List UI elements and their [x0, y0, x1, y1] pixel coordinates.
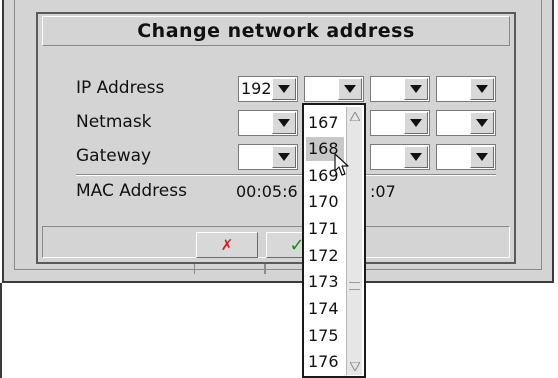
cancel-button-shadow	[194, 264, 266, 274]
ip-octet-1-value: 192	[241, 79, 272, 98]
scrollbar-thumb[interactable]	[349, 282, 360, 290]
ip-octet-2-select[interactable]	[304, 76, 364, 102]
triangle-down-icon[interactable]	[404, 112, 428, 134]
triangle-down-icon[interactable]	[470, 146, 494, 168]
cross-icon: ✗	[220, 236, 234, 254]
dropdown-option[interactable]: 173	[306, 270, 344, 294]
gateway-octet-4-select[interactable]	[436, 144, 496, 170]
netmask-label: Netmask	[76, 112, 152, 132]
cancel-button[interactable]: ✗	[196, 232, 258, 258]
triangle-down-icon[interactable]	[272, 112, 296, 134]
mouse-pointer-icon	[334, 153, 350, 181]
dropdown-scrollbar[interactable]	[346, 107, 362, 375]
dropdown-option[interactable]: 172	[306, 244, 344, 268]
triangle-down-icon[interactable]	[470, 78, 494, 100]
dropdown-option[interactable]: 174	[306, 297, 344, 321]
mac-address-value-end: :07	[370, 182, 396, 201]
triangle-down-icon[interactable]	[272, 78, 296, 100]
scroll-up-icon[interactable]	[348, 109, 362, 123]
netmask-octet-4-select[interactable]	[436, 110, 496, 136]
dropdown-option[interactable]: 170	[306, 190, 344, 214]
gateway-octet-3-select[interactable]	[370, 144, 430, 170]
dropdown-option[interactable]: 171	[306, 217, 344, 241]
dropdown-option[interactable]: 167	[306, 111, 344, 135]
netmask-octet-1-select[interactable]	[238, 110, 298, 136]
scroll-down-icon[interactable]	[348, 359, 362, 373]
mac-address-label: MAC Address	[76, 181, 187, 201]
dialog-title: Change network address	[42, 16, 510, 46]
dropdown-option[interactable]: 175	[306, 324, 344, 348]
netmask-octet-3-select[interactable]	[370, 110, 430, 136]
dropdown-option[interactable]: 176	[306, 350, 344, 374]
window-edge	[0, 283, 2, 378]
section-divider	[76, 174, 496, 176]
triangle-down-icon[interactable]	[404, 78, 428, 100]
ip-octet-1-select[interactable]: 192	[238, 76, 298, 102]
ip-octet-2-dropdown-list[interactable]: 167 168 169 170 171 172 173 174 175 176	[302, 103, 366, 378]
ip-octet-4-select[interactable]	[436, 76, 496, 102]
gateway-label: Gateway	[76, 146, 152, 166]
gateway-octet-1-select[interactable]	[238, 144, 298, 170]
triangle-down-icon[interactable]	[338, 78, 362, 100]
screen: Change network address IP Address Netmas…	[0, 0, 558, 378]
triangle-down-icon[interactable]	[272, 146, 296, 168]
ip-address-label: IP Address	[76, 78, 165, 98]
change-network-dialog: Change network address IP Address Netmas…	[36, 12, 516, 264]
triangle-down-icon[interactable]	[470, 112, 494, 134]
triangle-down-icon[interactable]	[404, 146, 428, 168]
mac-address-value-start: 00:05:6	[236, 182, 298, 201]
ip-octet-3-select[interactable]	[370, 76, 430, 102]
